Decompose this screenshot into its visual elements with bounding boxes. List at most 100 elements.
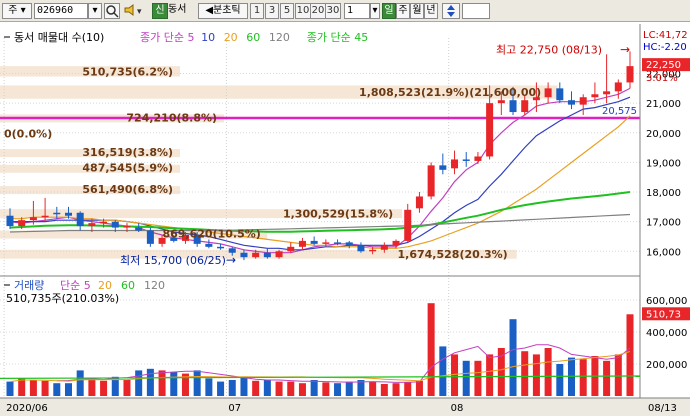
x-label-0: 2020/06 <box>6 403 48 414</box>
candle-body-2 <box>29 217 37 221</box>
sort-button[interactable] <box>442 3 460 19</box>
vol-bar-53 <box>626 314 634 396</box>
count-input[interactable]: 1 <box>344 3 370 19</box>
vol-y-tick-1: 400,000 <box>646 328 687 339</box>
speaker-button[interactable]: ▾ <box>122 3 150 19</box>
high-arrow: → <box>620 42 630 56</box>
candle-body-47 <box>556 88 564 101</box>
vol-bar-11 <box>135 370 143 396</box>
vol-bar-19 <box>228 380 236 396</box>
code-dropdown-button[interactable]: ▾ <box>88 3 102 19</box>
period-select[interactable]: 주 ▾ <box>2 3 32 19</box>
search-button[interactable] <box>104 3 120 19</box>
candle-body-51 <box>603 91 611 95</box>
candle-body-7 <box>88 223 96 227</box>
vp-label-4: 316,519(3.8%) <box>82 146 173 159</box>
vol-y-tick-0: 600,000 <box>646 296 687 307</box>
vp-label-3: 0(0.0%) <box>4 128 52 141</box>
hc-label: HC:-2.20 <box>643 42 687 53</box>
vol-bar-35 <box>415 380 423 396</box>
vol-bar-3 <box>41 380 49 396</box>
stock-chart[interactable]: 510,735(6.2%) 1,808,523(21.9%)(21,600,00)… <box>0 24 690 416</box>
y-tick-5: 17,000 <box>646 218 681 229</box>
candle-body-19 <box>228 248 236 253</box>
vol-bar-36 <box>427 303 435 396</box>
period-tab-0[interactable]: 일 <box>382 3 396 19</box>
vol-bar-17 <box>205 378 213 396</box>
vol-current-label: 510,735주(210.03%) <box>6 292 119 305</box>
period-tab-1[interactable]: 주 <box>396 3 410 19</box>
x-label-3: 08/13 <box>648 403 677 414</box>
candle-body-27 <box>322 242 330 244</box>
extra-input[interactable] <box>462 3 490 19</box>
interval-button-3[interactable]: 3 <box>265 3 279 19</box>
vp-label-0: 510,735(6.2%) <box>82 65 173 78</box>
legend-item-1: 10 <box>201 31 215 44</box>
candle-body-52 <box>614 82 622 92</box>
candle-body-48 <box>568 100 576 105</box>
candle-body-3 <box>41 215 49 218</box>
legend-item-2: 20 <box>224 31 238 44</box>
candle-body-21 <box>252 252 260 258</box>
vol-legend-item-2: 60 <box>121 279 135 292</box>
interval-button-1[interactable]: 1 <box>250 3 264 19</box>
candle-body-23 <box>275 251 283 258</box>
vol-bar-27 <box>322 382 330 396</box>
candle-body-25 <box>298 240 306 247</box>
volume-grid <box>0 299 640 365</box>
vol-y-tick-2: 200,000 <box>646 360 687 371</box>
vol-bar-10 <box>123 380 131 396</box>
period-tab-3[interactable]: 년 <box>424 3 438 19</box>
vol-bar-44 <box>521 351 529 396</box>
interval-selector[interactable]: ◀분초틱 <box>198 3 248 19</box>
current-price-label: 22,250 <box>646 60 681 71</box>
current-change-label: 3.01% <box>646 73 678 84</box>
candle-body-11 <box>135 227 143 231</box>
candle-body-20 <box>240 252 248 258</box>
y-tick-2: 20,000 <box>646 129 681 140</box>
candle-body-9 <box>111 221 119 228</box>
vol-bar-33 <box>392 383 400 396</box>
period-tab-2[interactable]: 월 <box>410 3 424 19</box>
legend-item-0: 종가 단순 5 <box>140 31 194 44</box>
volume-legend: 거래량 단순 5 20 60 120 510,735주(210.03%) <box>4 279 165 305</box>
price-legend: 동서 매물대 수(10) 종가 단순 5 10 20 60 120 종가 단순 45 <box>4 31 368 44</box>
candle-body-5 <box>64 212 72 216</box>
candle-body-49 <box>579 97 587 105</box>
vol-bar-25 <box>298 383 306 396</box>
vol-bar-52 <box>614 354 622 396</box>
vol-bar-28 <box>334 383 342 396</box>
candle-body-46 <box>544 88 552 98</box>
interval-button-20[interactable]: 20 <box>310 3 326 19</box>
updown-arrow-icon <box>447 5 455 17</box>
vol-bar-20 <box>240 376 248 396</box>
vol-bar-26 <box>310 380 318 396</box>
interval-button-5[interactable]: 5 <box>280 3 294 19</box>
new-badge: 신 <box>152 3 168 19</box>
stock-code-input[interactable]: 026960 <box>34 3 88 19</box>
vp-label-9: 1,674,528(20.3%) <box>398 248 508 261</box>
vol-bar-23 <box>275 381 283 396</box>
interval-button-10[interactable]: 10 <box>295 3 311 19</box>
vol-bar-13 <box>158 370 166 396</box>
vol-ma60-line <box>0 375 641 379</box>
interval-button-30[interactable]: 30 <box>325 3 341 19</box>
high-annotation: 최고 22,750 (08/13) <box>496 43 602 56</box>
vol-bar-45 <box>532 354 540 396</box>
y-tick-6: 16,000 <box>646 247 681 258</box>
price-pane: 510,735(6.2%) 1,808,523(21.9%)(21,600,00)… <box>0 24 640 396</box>
low-annotation: 최저 15,700 (06/25) <box>120 254 226 267</box>
candle-body-35 <box>415 196 423 209</box>
candle-body-36 <box>427 165 435 197</box>
candle-body-1 <box>18 220 26 227</box>
vol-bar-39 <box>462 360 470 396</box>
vol-bar-34 <box>404 382 412 396</box>
x-axis: 2020/06 07 08 08/13 <box>0 397 690 416</box>
candle-body-29 <box>345 242 353 246</box>
vol-legend-item-0: 단순 5 <box>60 279 91 292</box>
count-dropdown[interactable]: ▾ <box>370 3 380 19</box>
vol-bar-2 <box>29 380 37 396</box>
vol-bar-32 <box>380 384 388 396</box>
volume-pane: 거래량 단순 5 20 60 120 510,735주(210.03%) <box>0 279 641 396</box>
vol-bar-51 <box>603 360 611 396</box>
